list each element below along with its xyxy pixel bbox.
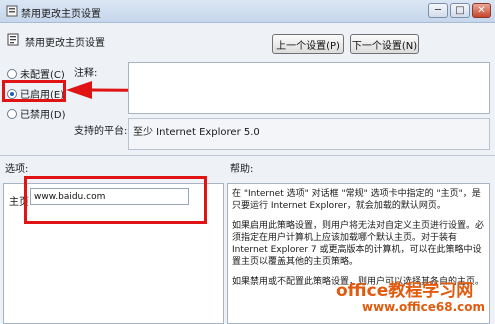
policy-icon <box>7 33 19 46</box>
platform-box: 至少 Internet Explorer 5.0 <box>128 118 490 150</box>
policy-window-icon <box>6 5 18 17</box>
comment-textarea[interactable] <box>128 62 490 114</box>
radio-disabled[interactable]: 已禁用(D) <box>7 106 66 121</box>
platform-value: 至少 Internet Explorer 5.0 <box>133 127 260 138</box>
policy-name: 禁用更改主页设置 <box>25 38 105 49</box>
options-label: 选项: <box>5 164 29 175</box>
minimize-button[interactable]: ─ <box>428 3 448 18</box>
comment-label: 注释: <box>74 68 98 79</box>
radio-disabled-label: 已禁用(D) <box>20 110 66 121</box>
help-paragraph-1: 在 "Internet 选项" 对话框 "常规" 选项卡中指定的 "主页"，是只… <box>232 189 481 211</box>
annotation-highlight-homepage <box>24 176 207 224</box>
annotation-highlight-enabled <box>2 80 66 102</box>
watermark-title: office教程学习网 <box>336 281 474 301</box>
help-paragraph-2: 如果启用此策略设置，则用户将无法对自定义主页进行设置。必须指定在用户计算机上应该… <box>232 221 485 267</box>
radio-circle[interactable] <box>7 68 17 79</box>
close-button[interactable]: ✕ <box>472 3 491 18</box>
maximize-button[interactable]: □ <box>450 3 470 18</box>
next-setting-button[interactable]: 下一个设置(N) <box>350 34 419 54</box>
radio-circle[interactable] <box>7 108 17 119</box>
radio-not-configured-label: 未配置(C) <box>20 70 65 81</box>
platform-label: 支持的平台: <box>74 126 128 137</box>
watermark-url: www.office68.com <box>362 300 486 314</box>
previous-setting-button[interactable]: 上一个设置(P) <box>272 34 344 54</box>
section-divider <box>0 155 495 156</box>
help-label: 帮助: <box>230 164 254 175</box>
radio-not-configured[interactable]: 未配置(C) <box>7 66 65 81</box>
window-title: 禁用更改主页设置 <box>21 9 101 20</box>
